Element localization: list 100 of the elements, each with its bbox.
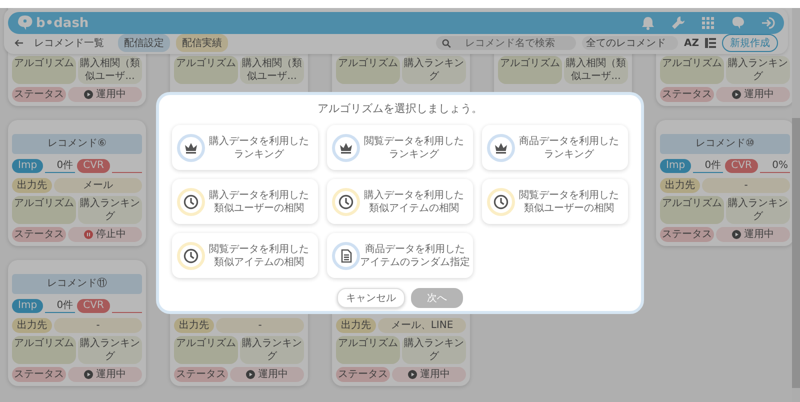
imp-value: 0件 — [693, 160, 724, 172]
field-label: アルゴリズム — [660, 196, 724, 224]
option-label: ランキング — [389, 148, 439, 160]
option-label: ランキング — [234, 148, 284, 160]
option-label: 類似アイテムの相関 — [214, 256, 304, 268]
algorithm-option[interactable]: 商品データを利用した ランキング — [482, 125, 628, 170]
cvr-badge: CVR — [725, 159, 758, 173]
option-label: 購入データを利用した — [364, 188, 464, 202]
tab[interactable]: 配信実績 — [176, 34, 228, 52]
breadcrumb-link[interactable]: レコメンド一覧 — [34, 36, 104, 50]
algorithm-option[interactable]: 購入データを利用した 類似ユーザーの相関 — [172, 179, 318, 224]
option-label: 類似アイテムの相関 — [369, 202, 459, 214]
field-label: ステータス — [12, 227, 66, 242]
field-label: アルゴリズム — [336, 336, 400, 364]
cvr-badge: CVR — [77, 299, 110, 313]
status-value: 運用中 — [68, 87, 142, 102]
logo-icon — [16, 15, 34, 31]
logout-icon[interactable] — [760, 15, 776, 31]
field-label: ステータス — [660, 87, 714, 102]
field-value: メール — [54, 178, 142, 193]
wrench-icon[interactable] — [670, 15, 686, 31]
field-value: 購入相関（類似ユーザ... — [240, 56, 304, 84]
status-value: 停止中 — [68, 227, 142, 242]
field-label: 出力先 — [336, 318, 376, 333]
field-label: アルゴリズム — [336, 56, 400, 84]
field-value: 購入ランキング — [402, 56, 466, 84]
field-label: アルゴリズム — [174, 336, 238, 364]
field-value: 購入ランキング — [78, 196, 142, 224]
algorithm-option[interactable]: 購入データを利用した ランキング — [172, 125, 318, 170]
status-value: 運用中 — [392, 367, 466, 382]
card-title: レコメンド⑪ — [12, 274, 142, 294]
field-label: アルゴリズム — [174, 56, 238, 84]
field-label: ステータス — [12, 367, 66, 382]
field-label: アルゴリズム — [660, 56, 724, 84]
field-label: ステータス — [660, 227, 714, 242]
field-value: 購入ランキング — [402, 336, 466, 364]
option-label: 類似ユーザーの相関 — [524, 202, 614, 214]
option-label: 商品データを利用した — [365, 242, 465, 256]
status-value: 運用中 — [230, 367, 304, 382]
option-label: ランキング — [544, 148, 594, 160]
logo-text: b•dash — [36, 16, 89, 30]
field-value: - — [54, 318, 142, 333]
clock-icon — [183, 248, 199, 264]
field-label: 出力先 — [660, 178, 700, 193]
filter-dropdown[interactable]: 全てのレコメンド — [582, 36, 678, 50]
field-label: ステータス — [12, 87, 66, 102]
tab[interactable]: 配信設定 — [118, 34, 170, 52]
field-value: 購入ランキング — [726, 56, 790, 84]
field-value: 購入相関（類似ユーザ... — [564, 56, 628, 84]
field-value: 購入ランキング — [726, 196, 790, 224]
status-value: 運用中 — [716, 227, 790, 242]
option-label: アイテムのランダム指定 — [360, 256, 470, 268]
imp-badge: Imp — [660, 159, 692, 173]
option-label: 類似ユーザーの相関 — [214, 202, 304, 214]
cvr-value: 0% — [760, 160, 790, 172]
clock-icon — [338, 194, 354, 210]
bell-icon[interactable] — [640, 15, 656, 31]
field-label: ステータス — [174, 367, 228, 382]
field-label: 出力先 — [12, 318, 52, 333]
scrollbar-thumb[interactable] — [792, 118, 800, 388]
field-label: アルゴリズム — [12, 56, 76, 84]
sort-button[interactable]: AZ — [684, 38, 699, 48]
card-title: レコメンド⑩ — [660, 134, 790, 154]
algorithm-option[interactable]: 閲覧データを利用した 類似ユーザーの相関 — [482, 179, 628, 224]
field-value: - — [216, 318, 304, 333]
back-arrow-icon[interactable] — [14, 38, 24, 48]
status-value: 運用中 — [716, 87, 790, 102]
algorithm-option[interactable]: 購入データを利用した 類似アイテムの相関 — [327, 179, 473, 224]
imp-badge: Imp — [12, 299, 44, 313]
card-title: レコメンド⑥ — [12, 134, 142, 154]
option-label: 閲覧データを利用した — [209, 242, 309, 256]
list-icon[interactable] — [705, 38, 716, 48]
option-label: 購入データを利用した — [209, 134, 309, 148]
field-value: メール、LINE — [378, 318, 466, 333]
modal-title: アルゴリズムを選択しましょう。 — [316, 101, 484, 116]
option-label: 購入データを利用した — [209, 188, 309, 202]
search-icon — [442, 38, 451, 48]
option-label: 閲覧データを利用した — [519, 188, 619, 202]
field-value: - — [702, 178, 790, 193]
imp-badge: Imp — [12, 159, 44, 173]
imp-value: 0件 — [45, 300, 76, 312]
field-value: 購入ランキング — [240, 336, 304, 364]
status-value: 運用中 — [68, 367, 142, 382]
field-label: アルゴリズム — [12, 196, 76, 224]
grid-icon[interactable] — [700, 15, 716, 31]
clock-icon — [183, 194, 199, 210]
algorithm-option[interactable]: 閲覧データを利用した ランキング — [327, 125, 473, 170]
field-value: 購入相関（類似ユーザ... — [78, 56, 142, 84]
cvr-badge: CVR — [77, 159, 110, 173]
field-label: アルゴリズム — [498, 56, 562, 84]
clock-icon — [493, 194, 509, 210]
algorithm-option[interactable]: 商品データを利用した アイテムのランダム指定 — [327, 233, 473, 278]
field-label: ステータス — [336, 367, 390, 382]
algorithm-option[interactable]: 閲覧データを利用した 類似アイテムの相関 — [172, 233, 318, 278]
cancel-button[interactable]: キャンセル — [337, 288, 405, 308]
option-label: 閲覧データを利用した — [364, 134, 464, 148]
search-field[interactable]: レコメンド名で検索 — [436, 36, 576, 50]
option-label: 商品データを利用した — [519, 134, 619, 148]
imp-value: 0件 — [45, 160, 76, 172]
field-label: アルゴリズム — [12, 336, 76, 364]
